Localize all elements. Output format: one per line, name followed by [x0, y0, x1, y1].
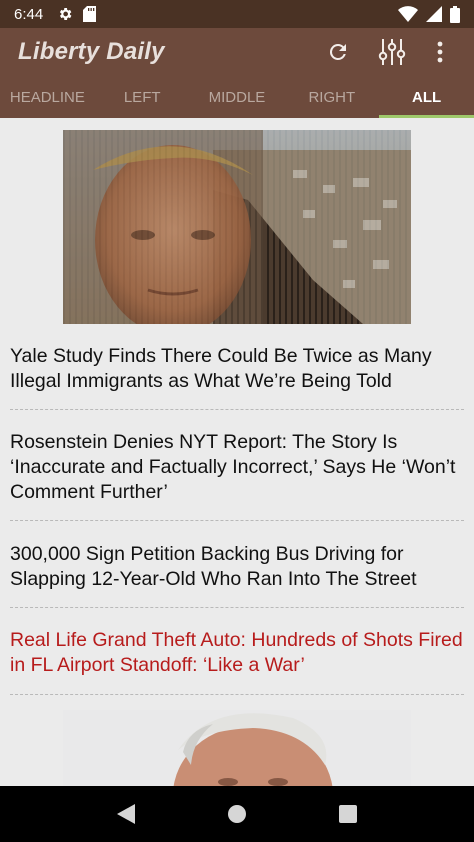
tab-bar: HEADLINE LEFT MIDDLE RIGHT ALL [0, 76, 474, 118]
app-title: Liberty Daily [18, 38, 165, 65]
tab-headline[interactable]: HEADLINE [0, 76, 95, 118]
more-options-button[interactable] [420, 32, 460, 72]
article-headline-2[interactable]: Rosenstein Denies NYT Report: The Story … [10, 430, 464, 505]
settings-icon [60, 8, 72, 20]
equalizer-icon [378, 39, 406, 65]
recents-button[interactable] [324, 790, 372, 838]
tab-right[interactable]: RIGHT [284, 76, 379, 118]
status-right-icons [398, 5, 460, 23]
status-bar: 6:44 [0, 0, 474, 28]
app-bar: Liberty Daily [0, 28, 474, 76]
signal-icon [426, 6, 442, 22]
tab-all[interactable]: ALL [379, 76, 474, 118]
article-feed[interactable]: Yale Study Finds There Could Be Twice as… [0, 118, 474, 786]
app-actions [318, 32, 460, 72]
tab-middle[interactable]: MIDDLE [190, 76, 285, 118]
wifi-icon [398, 6, 418, 22]
equalizer-button[interactable] [372, 32, 412, 72]
more-vert-icon [437, 41, 443, 63]
navigation-bar [0, 786, 474, 842]
battery-icon [450, 5, 460, 23]
refresh-button[interactable] [318, 32, 358, 72]
status-time: 6:44 [14, 5, 44, 23]
status-left-icons [57, 6, 97, 22]
article-divider [10, 409, 464, 410]
back-icon [116, 804, 135, 824]
article-image[interactable] [63, 130, 411, 324]
article-headline-1[interactable]: Yale Study Finds There Could Be Twice as… [10, 344, 464, 394]
article-image[interactable] [63, 710, 411, 786]
article-divider [10, 694, 464, 695]
article-divider [10, 607, 464, 608]
article-headline-3[interactable]: 300,000 Sign Petition Backing Bus Drivin… [10, 542, 464, 592]
home-icon [227, 805, 246, 823]
sd-card-icon [83, 6, 97, 22]
refresh-icon [329, 43, 346, 60]
recents-icon [339, 805, 358, 823]
article-divider [10, 520, 464, 521]
article-headline-4[interactable]: Real Life Grand Theft Auto: Hundreds of … [10, 628, 464, 678]
back-button[interactable] [102, 790, 150, 838]
home-button[interactable] [213, 790, 261, 838]
tab-left[interactable]: LEFT [95, 76, 190, 118]
